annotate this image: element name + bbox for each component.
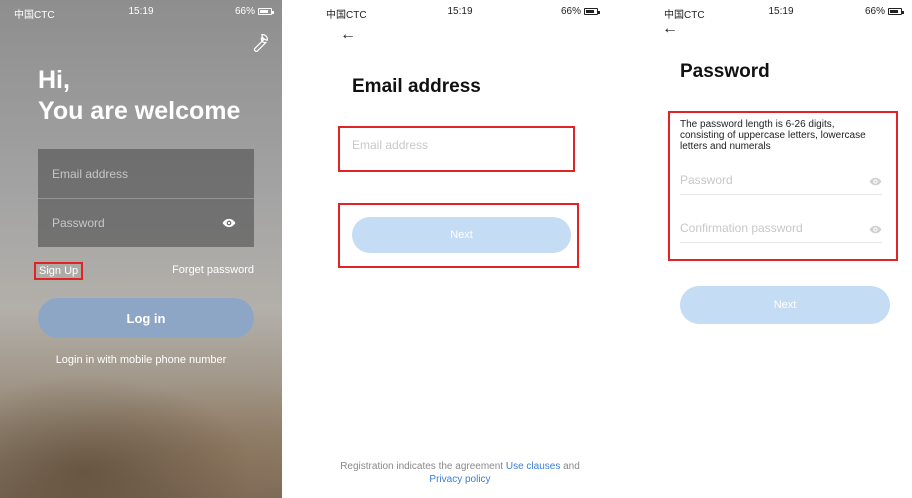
back-arrow-icon[interactable]: ← xyxy=(662,20,678,38)
email-input[interactable] xyxy=(352,138,562,152)
page-title: Password xyxy=(680,61,770,82)
email-placeholder: Email address xyxy=(52,166,129,181)
email-screen: 中国CTC 15:19 66% ← Email address Next Reg… xyxy=(312,0,608,498)
welcome-heading: Hi, You are welcome xyxy=(38,65,240,127)
eye-icon[interactable] xyxy=(869,223,882,236)
battery-icon xyxy=(258,8,274,15)
status-bar: 中国CTC 15:19 66% xyxy=(312,0,608,22)
email-field[interactable]: Email address xyxy=(38,149,254,198)
status-bar: 中国CTC 15:19 66% xyxy=(0,0,282,22)
next-button[interactable]: Next xyxy=(680,286,890,324)
privacy-policy-link[interactable]: Privacy policy xyxy=(429,474,490,485)
agreement-prefix: Registration indicates the agreement xyxy=(340,461,504,472)
confirm-password-field xyxy=(680,217,882,243)
battery-percent: 66% xyxy=(864,6,885,17)
email-highlight-box xyxy=(338,126,575,172)
greeting-line-2: You are welcome xyxy=(38,97,241,125)
next-button[interactable]: Next xyxy=(352,217,571,253)
battery-percent: 66% xyxy=(234,6,255,17)
battery-icon xyxy=(584,8,600,15)
forget-password-link[interactable]: Forget password xyxy=(172,264,254,276)
background-photo xyxy=(0,358,282,498)
confirm-password-input[interactable] xyxy=(680,221,850,235)
next-highlight-box: Next xyxy=(338,203,579,268)
sign-up-link[interactable]: Sign Up xyxy=(34,262,84,280)
page-title: Email address xyxy=(352,76,481,97)
battery-indicator: 66% xyxy=(560,6,600,17)
wrench-icon[interactable] xyxy=(248,32,270,54)
password-highlight-box: The password length is 6-26 digits, cons… xyxy=(668,111,898,261)
password-hint: The password length is 6-26 digits, cons… xyxy=(680,119,866,152)
greeting-line-1: Hi, xyxy=(38,66,70,94)
battery-indicator: 66% xyxy=(864,6,904,17)
mobile-login-link[interactable]: Login in with mobile phone number xyxy=(0,354,282,366)
password-field[interactable]: Password xyxy=(38,198,254,247)
login-button[interactable]: Log in xyxy=(38,298,254,338)
battery-icon xyxy=(888,8,904,15)
back-arrow-icon[interactable]: ← xyxy=(340,26,356,44)
password-screen: 中国CTC 15:19 66% ← Password The password … xyxy=(650,0,912,498)
status-bar: 中国CTC 15:19 66% xyxy=(650,0,912,22)
registration-agreement: Registration indicates the agreement Use… xyxy=(312,460,608,486)
battery-percent: 66% xyxy=(560,6,581,17)
password-input[interactable] xyxy=(680,173,850,187)
login-form: Email address Password xyxy=(38,149,254,247)
agreement-and: and xyxy=(563,461,580,472)
password-field xyxy=(680,169,882,195)
use-clauses-link[interactable]: Use clauses xyxy=(506,461,560,472)
password-placeholder: Password xyxy=(52,216,105,230)
eye-icon[interactable] xyxy=(222,216,236,230)
eye-icon[interactable] xyxy=(869,175,882,188)
login-screen: 中国CTC 15:19 66% Hi, You are welcome Emai… xyxy=(0,0,282,498)
battery-indicator: 66% xyxy=(234,6,274,17)
